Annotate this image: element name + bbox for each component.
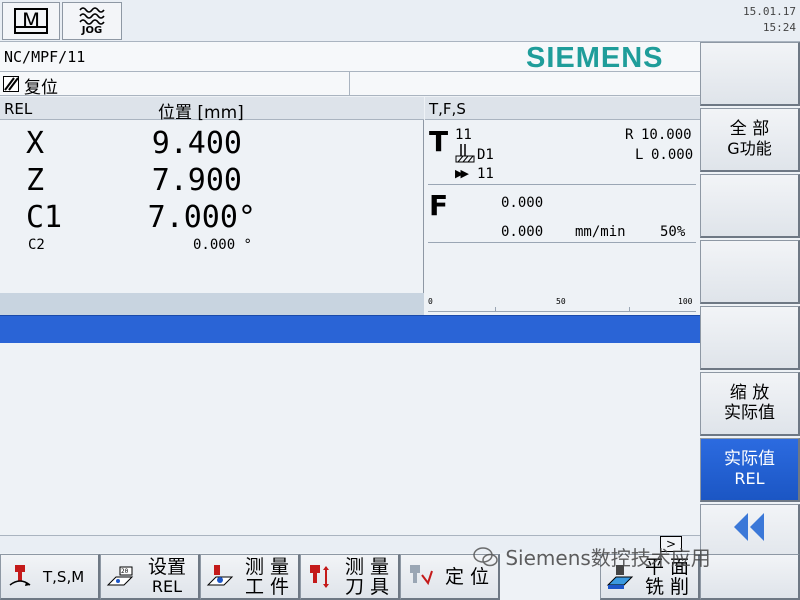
vertical-softkey-5[interactable] bbox=[700, 306, 800, 370]
scale-tick bbox=[629, 307, 630, 312]
softkey-line2: REL bbox=[151, 577, 183, 596]
feed-divider bbox=[428, 242, 696, 243]
measure-workpiece-icon bbox=[206, 565, 234, 586]
axis-value-z: 7.900 bbox=[151, 163, 242, 198]
radius-value: 10.000 bbox=[641, 127, 692, 143]
softkey-line1: 实际值 bbox=[724, 449, 775, 469]
next-tool-icon: ▶▶ bbox=[455, 167, 469, 180]
vertical-softkey-3[interactable] bbox=[700, 174, 800, 238]
feed-override: 50% bbox=[660, 224, 686, 240]
softkey-line2: REL bbox=[734, 469, 765, 488]
top-bar: M JOG bbox=[0, 0, 700, 42]
tfs-panel: T,F,S T 11 D1 ▶▶ 11 R 10.000 L 0.000 F 0… bbox=[425, 97, 700, 315]
jog-mode-button[interactable]: JOG bbox=[62, 2, 122, 40]
tfs-header: T,F,S bbox=[425, 97, 700, 120]
axis-name-c2: C2 bbox=[28, 237, 45, 253]
jog-wave-icon bbox=[79, 7, 105, 25]
measure-workpiece-softkey[interactable]: 测 量 工 件 bbox=[200, 554, 300, 600]
override-scale: 0 50 100 bbox=[428, 297, 696, 313]
all-g-functions-softkey[interactable]: 全 部 G功能 bbox=[700, 108, 800, 172]
horizontal-softkey-8[interactable] bbox=[700, 554, 800, 600]
machine-icon: M bbox=[14, 8, 48, 34]
next-tool-number: 11 bbox=[477, 166, 494, 182]
tool-d-number: D1 bbox=[477, 147, 494, 163]
softkey-line1: 测 量 bbox=[344, 556, 390, 578]
softkey-line2: 工 件 bbox=[244, 576, 290, 598]
softkey-line2: 铣 削 bbox=[644, 576, 690, 598]
position-column-header: 位置 [mm] bbox=[158, 103, 244, 123]
feed-value-set: 0.000 bbox=[501, 224, 544, 240]
zoom-actual-value-softkey[interactable]: 缩 放 实际值 bbox=[700, 372, 800, 436]
scale-label-0: 0 bbox=[428, 297, 433, 306]
axis-value-c1: 7.000° bbox=[147, 200, 256, 235]
spindle-tool-icon bbox=[9, 565, 31, 586]
set-rel-icon: 20 bbox=[106, 566, 134, 586]
wechat-icon bbox=[473, 547, 498, 567]
measure-tool-icon bbox=[310, 565, 329, 588]
tfs-divider bbox=[428, 184, 696, 185]
softkey-line2: 刀 具 bbox=[344, 576, 390, 598]
vertical-softkey-1[interactable] bbox=[700, 42, 800, 106]
feed-value-actual: 0.000 bbox=[501, 195, 544, 211]
program-path: NC/MPF/11 bbox=[4, 48, 86, 66]
softkey-line1: 全 部 bbox=[729, 119, 770, 139]
svg-text:20: 20 bbox=[121, 568, 129, 575]
scale-label-50: 50 bbox=[556, 297, 566, 306]
measure-tool-softkey[interactable]: 测 量 刀 具 bbox=[300, 554, 400, 600]
softkey-line1: 缩 放 bbox=[729, 383, 770, 403]
watermark: Siemens数控技术应用 bbox=[473, 542, 711, 571]
active-line-bar bbox=[0, 315, 700, 343]
softkey-line1: 设置 bbox=[147, 556, 186, 578]
scale-baseline bbox=[428, 311, 696, 312]
feed-unit: mm/min bbox=[575, 224, 626, 240]
reset-state-icon bbox=[3, 76, 19, 92]
date-time-area: 15.01.17 15:24 bbox=[700, 0, 800, 42]
tool-holder-icon bbox=[455, 144, 475, 163]
position-icon bbox=[410, 565, 433, 586]
vertical-softkey-4[interactable] bbox=[700, 240, 800, 304]
softkey-label: T,S,M bbox=[43, 568, 85, 586]
axis-value-c2: 0.000 ° bbox=[192, 237, 252, 253]
status-row: 复位 bbox=[0, 72, 700, 98]
double-chevron-left-icon bbox=[733, 513, 764, 541]
set-rel-softkey[interactable]: 20 设置 REL bbox=[100, 554, 200, 600]
tool-number: 11 bbox=[455, 127, 472, 143]
actual-value-rel-softkey[interactable]: 实际值 REL bbox=[700, 438, 800, 502]
softkey-line1: 测 量 bbox=[244, 556, 290, 578]
tsm-softkey[interactable]: T,S,M bbox=[0, 554, 100, 600]
main-content-area bbox=[0, 343, 700, 535]
jog-label: JOG bbox=[81, 25, 103, 36]
scale-tick bbox=[495, 307, 496, 312]
length-label: L bbox=[635, 147, 644, 163]
softkey-line2: 实际值 bbox=[724, 403, 775, 423]
radius-label: R bbox=[625, 127, 634, 143]
channel-status: 复位 bbox=[0, 72, 350, 98]
machine-area-button[interactable]: M bbox=[2, 2, 60, 40]
softkey-line2: G功能 bbox=[727, 139, 772, 158]
length-value: 0.000 bbox=[651, 147, 694, 163]
axis-value-x: 9.400 bbox=[151, 126, 242, 161]
watermark-text: Siemens数控技术应用 bbox=[505, 546, 711, 570]
channel-state-text: 复位 bbox=[24, 78, 58, 98]
time-display: 15:24 bbox=[762, 21, 796, 34]
position-footer bbox=[0, 293, 424, 315]
tfs-title: T,F,S bbox=[429, 100, 466, 118]
date-display: 15.01.17 bbox=[743, 5, 796, 18]
siemens-logo: SIEMENS bbox=[526, 42, 664, 74]
position-panel: REL 位置 [mm] X 9.400 Z 7.900 C1 7.000° C2… bbox=[0, 97, 424, 315]
position-header: REL 位置 [mm] bbox=[0, 97, 424, 123]
program-row: NC/MPF/11 SIEMENS bbox=[0, 42, 700, 74]
rel-column-header: REL bbox=[4, 100, 33, 118]
scale-label-100: 100 bbox=[678, 297, 693, 306]
tool-label: T bbox=[429, 125, 449, 158]
feed-label: F bbox=[429, 189, 449, 222]
